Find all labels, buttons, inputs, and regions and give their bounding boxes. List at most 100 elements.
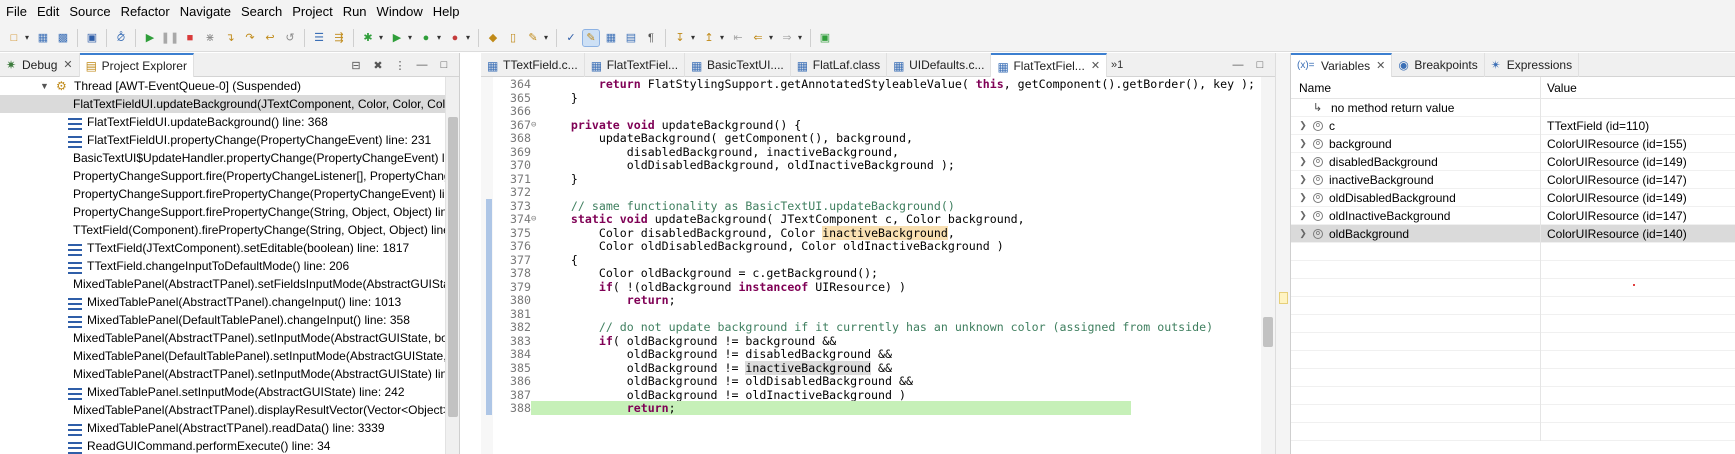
chevron-right-icon[interactable]: ❯ <box>1297 156 1309 167</box>
search-icon[interactable]: ✎ <box>525 30 541 46</box>
step-return-icon[interactable]: ↩ <box>262 30 278 46</box>
collapse-all-icon[interactable]: ⊟ <box>348 57 364 73</box>
step-into-icon[interactable]: ↴ <box>222 30 238 46</box>
stack-frame-row[interactable]: BasicTextUI$UpdateHandler.propertyChange… <box>0 149 459 167</box>
back-icon[interactable]: ⇐ <box>750 30 766 46</box>
return-value-row[interactable]: ↳ no method return value <box>1291 98 1735 117</box>
stack-frame-row[interactable]: MixedTablePanel(DefaultTablePanel).setIn… <box>0 347 459 365</box>
close-icon[interactable]: ✕ <box>1376 59 1385 72</box>
tab-variables[interactable]: (x)= Variables ✕ <box>1291 53 1393 77</box>
skip-breakpoints-icon[interactable]: ⦲ <box>113 30 129 46</box>
stack-frame-row[interactable]: PropertyChangeSupport.firePropertyChange… <box>0 203 459 221</box>
external-tools-dropdown-icon[interactable]: ▾ <box>464 30 472 46</box>
run-icon[interactable]: ▶ <box>389 30 405 46</box>
stack-scrollbar[interactable] <box>445 77 459 454</box>
menu-search[interactable]: Search <box>236 0 287 24</box>
variable-row[interactable]: ❯ o oldDisabledBackground ColorUIResource (… <box>1291 188 1735 207</box>
scrollbar-thumb[interactable] <box>448 117 458 417</box>
chevron-right-icon[interactable]: ❯ <box>1297 228 1309 239</box>
tab-expressions[interactable]: ✴ Expressions <box>1485 53 1580 77</box>
stack-frame-row[interactable]: TTextField(JTextComponent).setEditable(b… <box>0 239 459 257</box>
stack-frame-row[interactable]: MixedTablePanel(AbstractTPanel).readData… <box>0 419 459 437</box>
remove-terminated-icon[interactable]: ✖ <box>370 57 386 73</box>
stack-frame-row[interactable]: MixedTablePanel.setInputMode(AbstractGUI… <box>0 383 459 401</box>
variable-row[interactable]: ❯ o inactiveBackground ColorUIResource (id=… <box>1291 170 1735 189</box>
column-name[interactable]: Name <box>1291 76 1541 99</box>
suspend-icon[interactable]: ❚❚ <box>161 30 179 46</box>
editor-tabs-overflow[interactable]: »1 <box>1111 59 1123 71</box>
tab-breakpoints[interactable]: ◉ Breakpoints <box>1392 53 1485 77</box>
open-type-icon[interactable]: ◆ <box>485 30 501 46</box>
next-annotation-dropdown-icon[interactable]: ▾ <box>689 30 697 46</box>
menu-project[interactable]: Project <box>287 0 337 24</box>
coverage-icon[interactable]: ● <box>418 30 434 46</box>
stack-frame-row[interactable]: FlatTextFieldUI.propertyChange(PropertyC… <box>0 131 459 149</box>
terminate-icon[interactable]: ■ <box>182 30 198 46</box>
forward-icon[interactable]: ⇒ <box>779 30 795 46</box>
close-icon[interactable]: ✕ <box>63 58 72 71</box>
variable-row[interactable]: ❯ o oldBackground ColorUIResource (id=140) <box>1291 224 1735 243</box>
minimize-icon[interactable]: — <box>414 57 430 73</box>
toggle-breadcrumb-icon[interactable]: ✓ <box>563 30 579 46</box>
stack-frame-row[interactable]: TTextField(Component).firePropertyChange… <box>0 221 459 239</box>
view-menu-icon[interactable]: ⋮ <box>392 57 408 73</box>
variable-row[interactable]: ❯ o oldInactiveBackground ColorUIResource (… <box>1291 206 1735 225</box>
menu-help[interactable]: Help <box>428 0 465 24</box>
menu-source[interactable]: Source <box>64 0 115 24</box>
occurrence-marker[interactable] <box>1279 292 1288 304</box>
maximize-icon[interactable]: □ <box>1252 57 1268 73</box>
editor-tab-basictextui[interactable]: ▦ BasicTextUI.... <box>685 53 791 77</box>
menu-window[interactable]: Window <box>372 0 428 24</box>
overview-ruler[interactable] <box>1261 77 1275 454</box>
code-editor[interactable]: 364 return FlatStylingSupport.getAnnotat… <box>481 77 1275 454</box>
stack-frame-row[interactable]: MixedTablePanel(DefaultTablePanel).chang… <box>0 311 459 329</box>
search-dropdown-icon[interactable]: ▾ <box>542 30 550 46</box>
editor-tab-ttextfield[interactable]: ▦ TTextField.c... <box>481 53 585 77</box>
show-whitespace-icon[interactable]: ¶ <box>643 30 659 46</box>
stack-frame-row[interactable]: MixedTablePanel(AbstractTPanel).setField… <box>0 275 459 293</box>
tab-debug[interactable]: ✷ Debug ✕ <box>0 53 80 77</box>
chevron-right-icon[interactable]: ❯ <box>1297 174 1309 185</box>
stack-frame-row[interactable]: PropertyChangeSupport.firePropertyChange… <box>0 185 459 203</box>
debug-dropdown-icon[interactable]: ▾ <box>377 30 385 46</box>
pin-editor-icon[interactable]: ▣ <box>817 30 833 46</box>
menu-refactor[interactable]: Refactor <box>116 0 175 24</box>
editor-tab-uidefaults[interactable]: ▦ UIDefaults.c... <box>887 53 992 77</box>
resume-icon[interactable]: ▶ <box>142 30 158 46</box>
run-dropdown-icon[interactable]: ▾ <box>406 30 414 46</box>
step-filters-icon[interactable]: ⇶ <box>331 30 347 46</box>
chevron-right-icon[interactable]: ❯ <box>1297 120 1309 131</box>
debug-run-icon[interactable]: ✱ <box>360 30 376 46</box>
save-icon[interactable]: ▦ <box>35 30 51 46</box>
maximize-icon[interactable]: □ <box>436 57 452 73</box>
close-icon[interactable]: ✕ <box>1091 59 1100 72</box>
stack-frame-row[interactable]: MixedTablePanel(AbstractTPanel).setInput… <box>0 365 459 383</box>
chevron-right-icon[interactable]: ❯ <box>1297 138 1309 149</box>
menu-navigate[interactable]: Navigate <box>175 0 236 24</box>
chevron-right-icon[interactable]: ❯ <box>1297 192 1309 203</box>
new-icon[interactable]: □ <box>6 30 22 46</box>
forward-dropdown-icon[interactable]: ▾ <box>796 30 804 46</box>
stack-frame-row[interactable]: ReadGUICommand.performExecute() line: 34 <box>0 437 459 454</box>
stack-frame-row[interactable]: MixedTablePanel(AbstractTPanel).changeIn… <box>0 293 459 311</box>
stack-frame-row[interactable]: MixedTablePanel(AbstractTPanel).setInput… <box>0 329 459 347</box>
coverage-dropdown-icon[interactable]: ▾ <box>435 30 443 46</box>
menu-file[interactable]: File <box>0 0 32 24</box>
step-over-icon[interactable]: ↷ <box>242 30 258 46</box>
variable-row[interactable]: ❯ o background ColorUIResource (id=155) <box>1291 134 1735 153</box>
block-selection-icon[interactable]: ▦ <box>603 30 619 46</box>
next-annotation-icon[interactable]: ↧ <box>672 30 688 46</box>
last-edit-location-icon[interactable]: ⇤ <box>730 30 746 46</box>
open-folder-icon[interactable]: ▯ <box>505 30 521 46</box>
chevron-right-icon[interactable]: ❯ <box>1297 210 1309 221</box>
stack-frame-row[interactable]: FlatTextFieldUI.updateBackground(JTextCo… <box>0 95 459 113</box>
back-dropdown-icon[interactable]: ▾ <box>767 30 775 46</box>
menu-edit[interactable]: Edit <box>32 0 64 24</box>
stack-frame-row[interactable]: MixedTablePanel(AbstractTPanel).displayR… <box>0 401 459 419</box>
chevron-down-icon[interactable]: ▼ <box>40 81 52 91</box>
disconnect-icon[interactable]: ⋇ <box>202 30 218 46</box>
variable-row[interactable]: ❯ o disabledBackground ColorUIResource (id=… <box>1291 152 1735 171</box>
stack-frame-row[interactable]: PropertyChangeSupport.fire(PropertyChang… <box>0 167 459 185</box>
word-wrap-icon[interactable]: ▤ <box>623 30 639 46</box>
drop-to-frame-icon[interactable]: ↺ <box>282 30 298 46</box>
